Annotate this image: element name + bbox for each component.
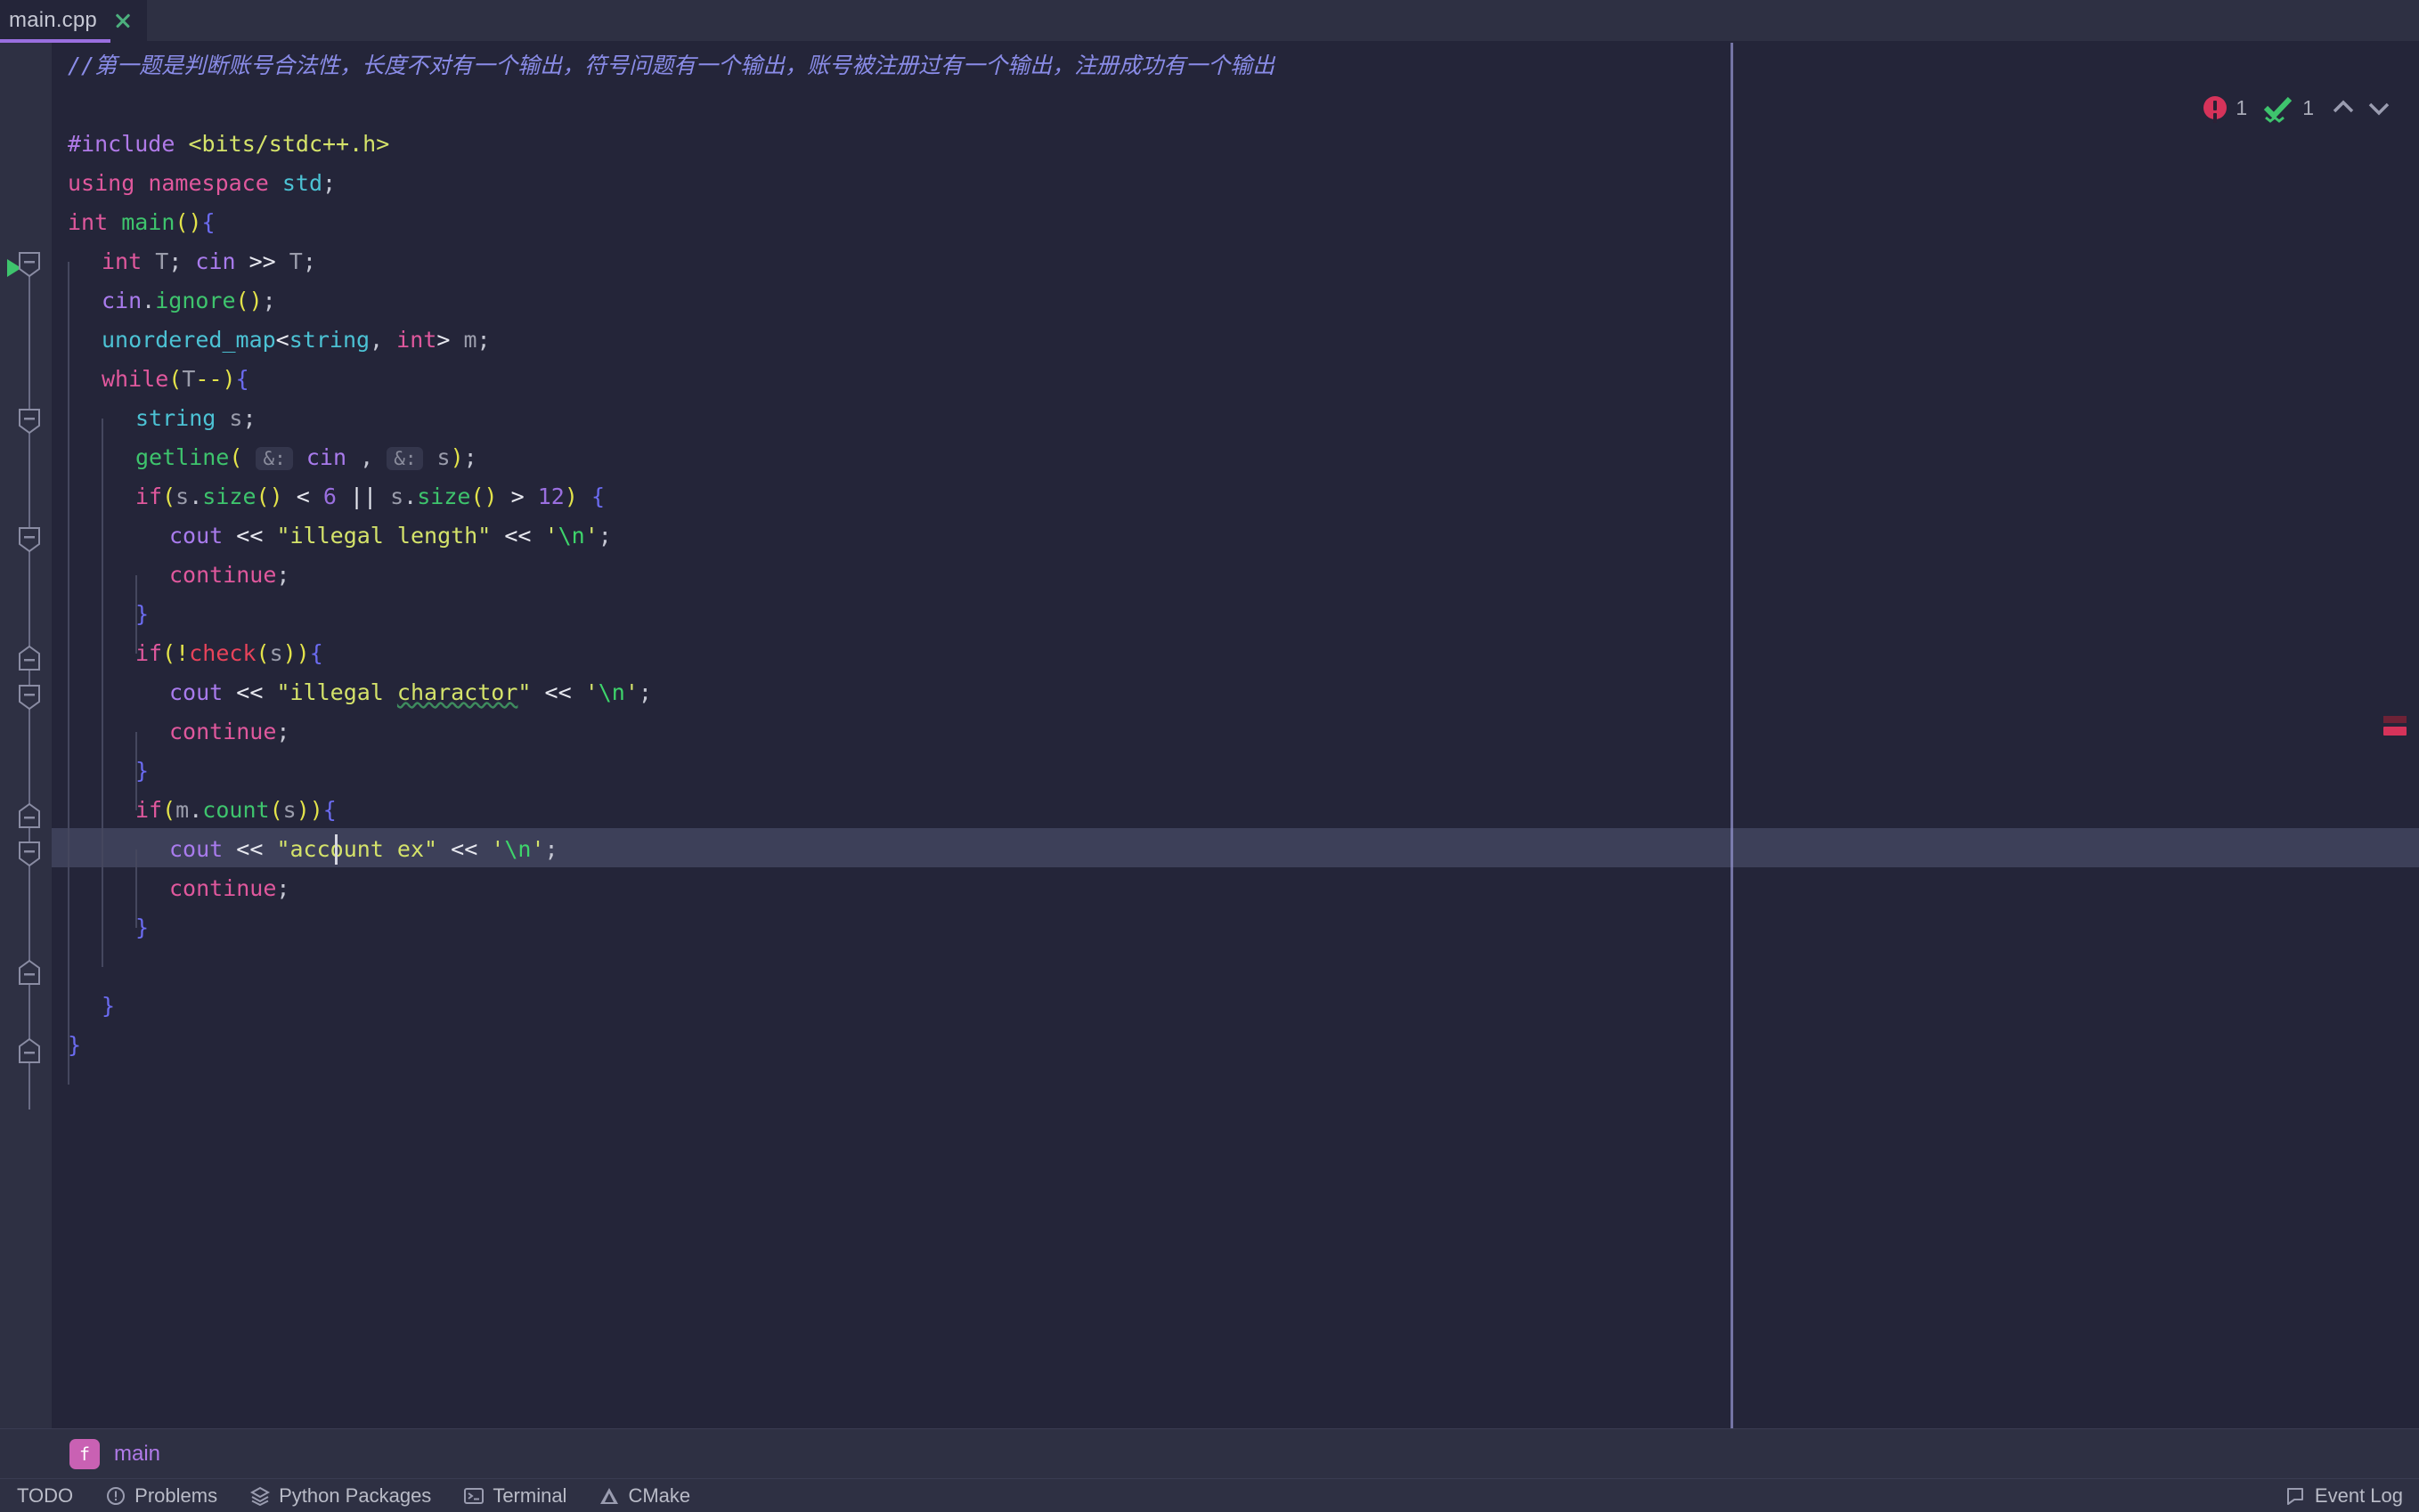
status-item-event-log[interactable]: Event Log — [2285, 1484, 2403, 1508]
status-label: Problems — [134, 1484, 218, 1507]
spellcheck-typo: charactor — [396, 679, 518, 705]
code-line: if(m.count(s)){ — [135, 797, 337, 823]
status-label: CMake — [628, 1484, 691, 1507]
code-line-current: cout << "account ex" << '\n'; — [169, 836, 558, 862]
code-line: } — [102, 993, 116, 1019]
code-line: continue; — [169, 875, 290, 901]
code-line: continue; — [169, 719, 290, 744]
fold-connector — [29, 890, 30, 1110]
editor-tab-main-cpp[interactable]: main.cpp — [0, 0, 147, 41]
fold-connector — [29, 267, 30, 538]
text-caret — [335, 834, 338, 865]
python-packages-icon — [249, 1485, 271, 1507]
code-comment: //第一题是判断账号合法性，长度不对有一个输出，符号问题有一个输出，账号被注册过… — [68, 53, 1275, 78]
tab-label: main.cpp — [9, 8, 97, 32]
fold-marker-icon[interactable] — [18, 841, 41, 867]
status-label: TODO — [17, 1484, 74, 1507]
code-line: unordered_map<string, int> m; — [102, 327, 491, 353]
code-line: cin.ignore(); — [102, 288, 276, 313]
code-line: using namespace std; — [68, 170, 337, 196]
code-line: if(!check(s)){ — [135, 640, 323, 666]
breadcrumb-label[interactable]: main — [114, 1442, 160, 1467]
code-line: } — [68, 1032, 82, 1058]
code-line: } — [135, 915, 150, 940]
todo-icon — [0, 1485, 9, 1507]
unresolved-symbol: check — [189, 640, 257, 666]
event-log-icon — [2285, 1485, 2306, 1507]
ide-window: main.cpp //第一题是判断账号合法性，长度不对有一个输出，符号问题有一个… — [0, 0, 2419, 1512]
fold-marker-end-icon[interactable] — [18, 645, 41, 671]
inspection-widget[interactable]: 1 1 — [2203, 94, 2392, 123]
code-line: //第一题是判断账号合法性，长度不对有一个输出，符号问题有一个输出，账号被注册过… — [68, 46, 1275, 85]
chevron-down-icon[interactable] — [2366, 94, 2392, 121]
code-line: cout << "illegal charactor" << '\n'; — [169, 679, 652, 705]
code-canvas[interactable]: //第一题是判断账号合法性，长度不对有一个输出，符号问题有一个输出，账号被注册过… — [52, 43, 2419, 1428]
code-line: if(s.size() < 6 || s.size() > 12) { — [135, 484, 606, 509]
code-line: } — [135, 758, 150, 784]
status-label: Event Log — [2314, 1484, 2403, 1507]
right-margin-guide — [1731, 43, 1733, 1428]
error-stripe-marker[interactable] — [2383, 727, 2407, 736]
fold-marker-end-icon[interactable] — [18, 802, 41, 828]
fold-marker-icon[interactable] — [18, 526, 41, 553]
code-line: int T; cin >> T; — [102, 248, 316, 274]
status-item-cmake[interactable]: CMake — [599, 1484, 690, 1508]
inlay-hint[interactable]: &: — [256, 447, 293, 470]
checkmark-icon[interactable] — [2263, 96, 2293, 123]
fold-marker-icon[interactable] — [18, 251, 41, 278]
cmake-icon — [599, 1485, 620, 1507]
code-line: string s; — [135, 405, 257, 431]
status-label: Terminal — [493, 1484, 567, 1507]
code-text: //第一题是判断账号合法性，长度不对有一个输出，符号问题有一个输出，账号被注册过… — [52, 43, 1275, 1512]
breadcrumb[interactable]: f main — [0, 1428, 2419, 1478]
status-item-python-packages[interactable]: Python Packages — [249, 1484, 431, 1508]
ok-count: 1 — [2302, 95, 2314, 119]
status-label: Python Packages — [279, 1484, 432, 1507]
status-bar: TODO Problems Python Packages Terminal C — [0, 1478, 2419, 1512]
fold-marker-icon[interactable] — [18, 684, 41, 711]
problems-icon — [105, 1485, 126, 1507]
code-editor[interactable]: //第一题是判断账号合法性，长度不对有一个输出，符号问题有一个输出，账号被注册过… — [0, 43, 2419, 1428]
close-icon[interactable] — [113, 11, 133, 30]
terminal-icon — [463, 1485, 485, 1507]
fold-marker-icon[interactable] — [18, 408, 41, 435]
fold-marker-end-icon[interactable] — [18, 1037, 41, 1063]
status-item-terminal[interactable]: Terminal — [463, 1484, 566, 1508]
code-line: #include <bits/stdc++.h> — [68, 131, 390, 157]
status-item-todo[interactable]: TODO — [0, 1484, 73, 1508]
code-line: } — [135, 601, 150, 627]
inlay-hint[interactable]: &: — [387, 447, 424, 470]
error-stripe-shadow — [2383, 716, 2407, 723]
function-badge-icon: f — [69, 1438, 100, 1469]
code-line: cout << "illegal length" << '\n'; — [169, 523, 612, 549]
error-count: 1 — [2236, 95, 2248, 119]
code-line: int main(){ — [68, 209, 216, 235]
chevron-up-icon[interactable] — [2330, 94, 2357, 121]
fold-marker-end-icon[interactable] — [18, 959, 41, 985]
error-icon[interactable] — [2203, 96, 2228, 119]
code-line: while(T--){ — [102, 366, 249, 392]
code-line: getline( &: cin , &: s); — [135, 444, 477, 470]
status-item-problems[interactable]: Problems — [105, 1484, 217, 1508]
code-line: continue; — [169, 562, 290, 588]
editor-tab-bar: main.cpp — [0, 0, 2419, 43]
